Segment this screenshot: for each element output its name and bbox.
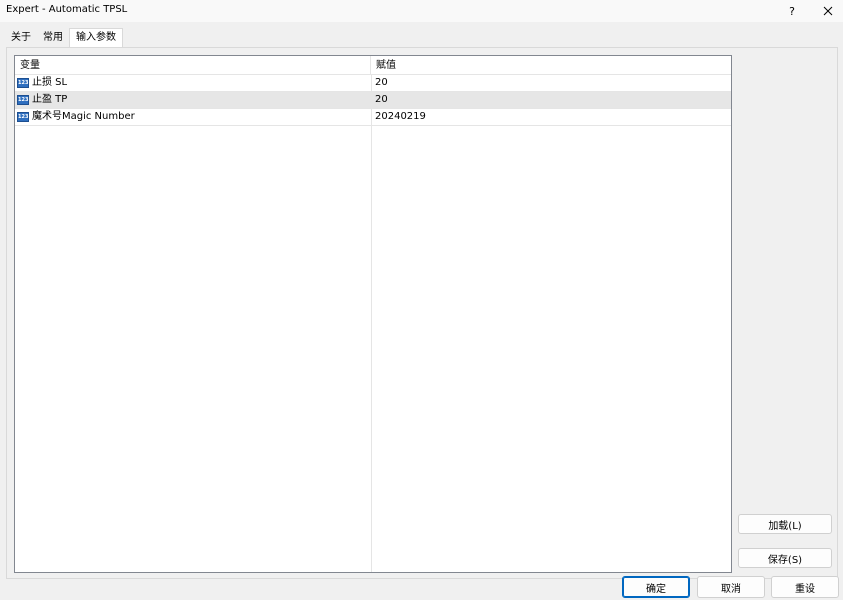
parameters-table: 变量 赋值 123 止损 SL 20 123 止盈 TP 20 123 魔术号M… xyxy=(14,55,732,573)
save-button-label: 保存(S) xyxy=(767,554,803,566)
load-button-label: 加载(L) xyxy=(768,520,802,532)
reset-button[interactable]: 重设 xyxy=(771,576,839,598)
close-button[interactable] xyxy=(815,0,841,22)
table-header: 变量 赋值 xyxy=(15,56,731,75)
title-bar: Expert - Automatic TPSL ? xyxy=(0,0,843,22)
load-button[interactable]: 加载(L) xyxy=(738,514,832,534)
tab-label: 输入参数 xyxy=(76,32,116,43)
param-name: 魔术号Magic Number xyxy=(32,111,135,122)
param-name: 止损 SL xyxy=(32,77,68,88)
tab-about[interactable]: 关于 xyxy=(5,29,37,46)
help-button[interactable]: ? xyxy=(780,0,804,22)
column-header-value[interactable]: 赋值 xyxy=(371,56,731,74)
reset-button-label: 重设 xyxy=(795,583,815,595)
table-row[interactable]: 123 魔术号Magic Number 20240219 xyxy=(15,109,731,126)
param-value[interactable]: 20 xyxy=(372,75,725,91)
table-row[interactable]: 123 止盈 TP 20 xyxy=(15,92,731,109)
param-value[interactable]: 20240219 xyxy=(372,109,725,125)
help-label: ? xyxy=(789,4,795,18)
window-title: Expert - Automatic TPSL xyxy=(6,4,128,15)
int-param-icon: 123 xyxy=(17,78,29,88)
param-name: 止盈 TP xyxy=(32,94,68,105)
param-value[interactable]: 20 xyxy=(372,92,725,108)
ok-button-label: 确定 xyxy=(646,583,666,595)
save-button[interactable]: 保存(S) xyxy=(738,548,832,568)
tab-inputs[interactable]: 输入参数 xyxy=(69,28,123,47)
tab-bar: 关于 常用 输入参数 xyxy=(5,28,123,47)
int-param-icon: 123 xyxy=(17,95,29,105)
ok-button[interactable]: 确定 xyxy=(622,576,690,598)
tab-common[interactable]: 常用 xyxy=(37,29,69,46)
table-row[interactable]: 123 止损 SL 20 xyxy=(15,75,731,92)
tab-label: 关于 xyxy=(11,32,31,43)
expert-properties-dialog: Expert - Automatic TPSL ? 关于 常用 输入参数 变量 … xyxy=(0,0,843,600)
cancel-button-label: 取消 xyxy=(721,583,741,595)
tab-label: 常用 xyxy=(43,32,63,43)
int-param-icon: 123 xyxy=(17,112,29,122)
close-icon xyxy=(823,6,833,16)
cancel-button[interactable]: 取消 xyxy=(697,576,765,598)
column-separator xyxy=(371,56,372,572)
column-header-variable[interactable]: 变量 xyxy=(15,56,371,74)
